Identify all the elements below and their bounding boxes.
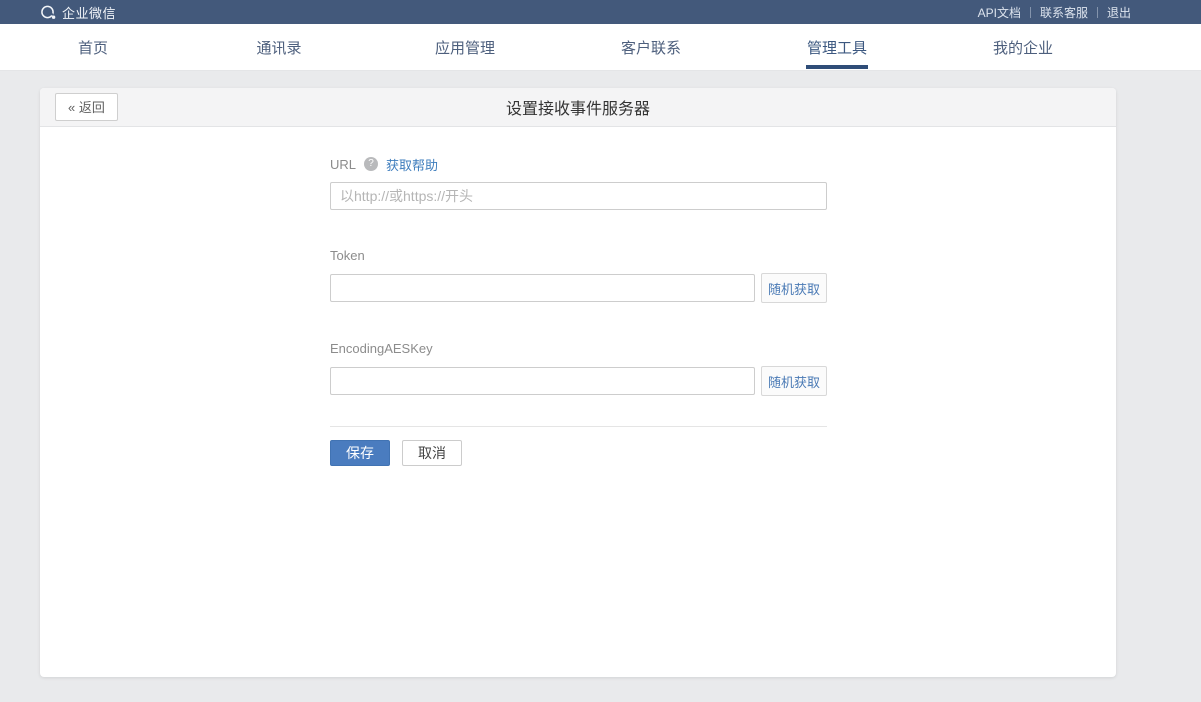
get-help-link[interactable]: 获取帮助 <box>386 155 438 174</box>
save-button[interactable]: 保存 <box>330 440 390 466</box>
form-actions: 保存 取消 <box>330 440 827 466</box>
nav-item-customer-contact[interactable]: 客户联系 <box>558 24 744 70</box>
content-area: « 返回 设置接收事件服务器 URL ? 获取帮助 Token 随机获取 Enc… <box>0 71 1201 677</box>
topbar-separator <box>1030 7 1031 18</box>
url-label: URL <box>330 157 356 172</box>
aeskey-input-group: 随机获取 <box>330 366 827 396</box>
wework-logo-icon <box>40 5 57 20</box>
back-button[interactable]: « 返回 <box>55 93 118 121</box>
nav-item-admin-tools[interactable]: 管理工具 <box>744 24 930 70</box>
page-title: 设置接收事件服务器 <box>506 95 650 119</box>
aeskey-random-button[interactable]: 随机获取 <box>761 366 827 396</box>
topbar-links: API文档 联系客服 退出 <box>978 4 1201 21</box>
token-label: Token <box>330 248 365 263</box>
url-input[interactable] <box>330 182 827 210</box>
main-nav: 首页 通讯录 应用管理 客户联系 管理工具 我的企业 <box>0 24 1201 71</box>
topbar: 企业微信 API文档 联系客服 退出 <box>0 0 1201 24</box>
panel-header: « 返回 设置接收事件服务器 <box>40 88 1116 127</box>
token-label-row: Token <box>330 246 827 264</box>
topbar-link-api-docs[interactable]: API文档 <box>978 4 1021 21</box>
aeskey-label-row: EncodingAESKey <box>330 339 827 357</box>
token-input-group: 随机获取 <box>330 273 827 303</box>
aeskey-input[interactable] <box>330 367 755 395</box>
cancel-button[interactable]: 取消 <box>402 440 462 466</box>
nav-item-app-management[interactable]: 应用管理 <box>372 24 558 70</box>
event-server-form: URL ? 获取帮助 Token 随机获取 EncodingAESKey 随机获… <box>330 127 827 466</box>
brand: 企业微信 <box>0 3 116 22</box>
nav-item-home[interactable]: 首页 <box>0 24 186 70</box>
main-nav-inner: 首页 通讯录 应用管理 客户联系 管理工具 我的企业 <box>0 24 1116 70</box>
token-input[interactable] <box>330 274 755 302</box>
help-icon[interactable]: ? <box>364 157 378 171</box>
brand-name: 企业微信 <box>62 3 116 22</box>
aeskey-label: EncodingAESKey <box>330 341 433 356</box>
form-divider <box>330 426 827 427</box>
nav-item-contacts[interactable]: 通讯录 <box>186 24 372 70</box>
topbar-separator <box>1097 7 1098 18</box>
topbar-link-contact-support[interactable]: 联系客服 <box>1040 4 1088 21</box>
topbar-link-logout[interactable]: 退出 <box>1107 4 1131 21</box>
token-random-button[interactable]: 随机获取 <box>761 273 827 303</box>
settings-panel: « 返回 设置接收事件服务器 URL ? 获取帮助 Token 随机获取 Enc… <box>40 88 1116 677</box>
nav-item-my-company[interactable]: 我的企业 <box>930 24 1116 70</box>
url-label-row: URL ? 获取帮助 <box>330 155 827 173</box>
